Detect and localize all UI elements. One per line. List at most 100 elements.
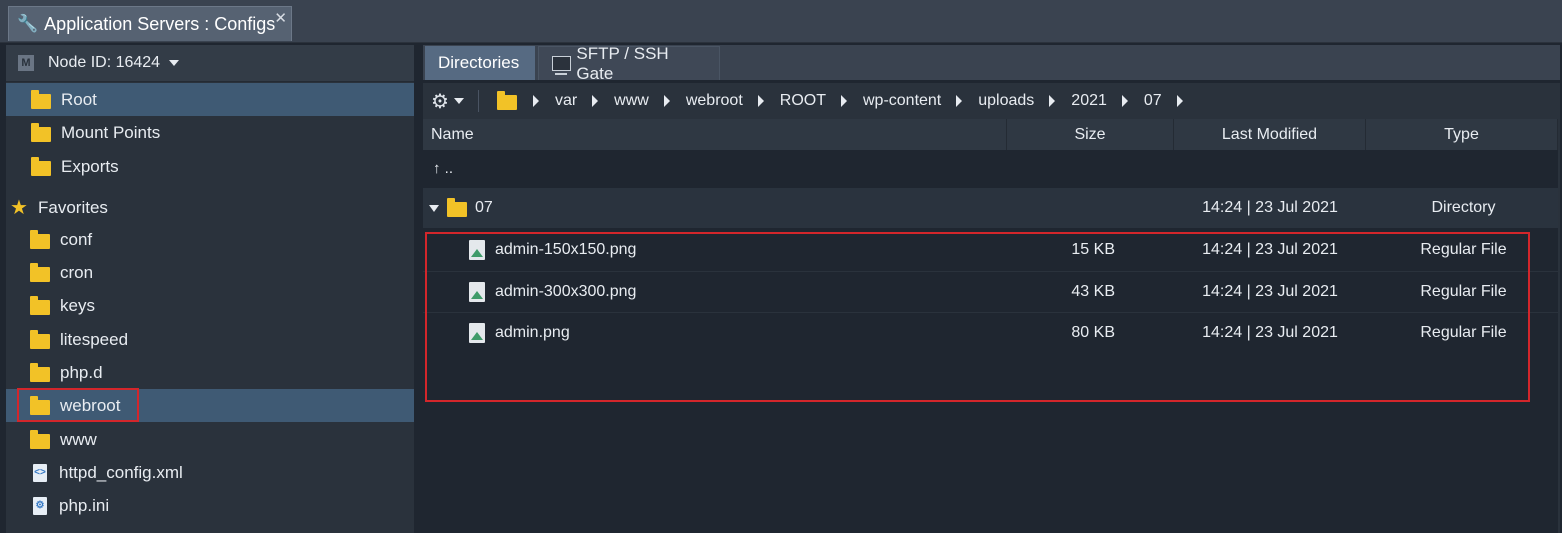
tab-directories[interactable]: Directories [425, 46, 535, 80]
tree-item-label: conf [60, 229, 93, 249]
table-row[interactable]: admin-300x300.png 43 KB 14:24 | 23 Jul 2… [423, 271, 1558, 312]
tab-label: Directories [438, 53, 520, 72]
breadcrumb-root[interactable]: ROOT [780, 92, 826, 110]
breadcrumb-www[interactable]: www [614, 92, 649, 110]
gear-icon[interactable]: ⚙ [431, 89, 449, 114]
node-selector[interactable]: M Node ID: 16424 [6, 45, 414, 82]
tree-item-root[interactable]: Root [6, 83, 414, 116]
table-row-parent[interactable]: ↑ .. [423, 150, 1558, 186]
chevron-down-icon[interactable] [453, 98, 464, 104]
breadcrumb-07[interactable]: 07 [1144, 92, 1162, 110]
panel-tabs: Directories SFTP / SSH Gate [423, 44, 1560, 83]
table-row[interactable]: admin-150x150.png 15 KB 14:24 | 23 Jul 2… [423, 230, 1558, 270]
chevron-right-icon [1049, 95, 1056, 107]
file-name: admin.png [495, 324, 570, 341]
config-file-icon: ⚙ [33, 496, 47, 515]
tree-item-mount-points[interactable]: Mount Points [6, 116, 414, 149]
chevron-right-icon [1121, 95, 1128, 107]
breadcrumb-2021[interactable]: 2021 [1071, 92, 1107, 110]
file-modified: 14:24 | 23 Jul 2021 [1202, 324, 1338, 341]
wrench-icon: 🔧 [17, 14, 39, 33]
tree-item-label: litespeed [60, 329, 129, 349]
tab-label: SFTP / SSH Gate [576, 43, 669, 83]
tree-item-label: Mount Points [61, 122, 161, 142]
folder-icon [30, 295, 50, 315]
tree-item-label: php.ini [59, 495, 110, 515]
collapse-icon[interactable] [429, 204, 439, 212]
tree-item-httpd-config[interactable]: <> httpd_config.xml [6, 456, 414, 489]
window-tab[interactable]: 🔧 Application Servers : Configs ✕ [8, 6, 292, 41]
folder-icon [31, 89, 51, 109]
tree-item-exports[interactable]: Exports [6, 150, 414, 183]
folder-icon[interactable] [496, 91, 517, 110]
tree-item-label: cron [60, 262, 94, 282]
tree-item-label: Favorites [38, 197, 108, 217]
up-link[interactable]: ↑ .. [433, 150, 453, 186]
breadcrumb-uploads[interactable]: uploads [978, 92, 1034, 110]
chevron-right-icon [840, 95, 847, 107]
file-tree-panel: M Node ID: 16424 Root Mount Points Expor… [6, 45, 414, 533]
column-header-type[interactable]: Type [1366, 119, 1558, 150]
tree-item-keys[interactable]: keys [6, 289, 414, 322]
file-type: Regular File [1420, 241, 1507, 258]
master-node-icon: M [18, 55, 34, 71]
table-header: Name Size Last Modified Type [423, 119, 1558, 150]
image-file-icon [469, 323, 485, 343]
image-file-icon [469, 240, 485, 260]
folder-icon [30, 229, 50, 249]
column-header-name[interactable]: Name [423, 119, 1007, 150]
scrollbar[interactable] [1558, 119, 1560, 533]
file-size: 15 KB [1071, 241, 1115, 258]
tab-sftp-ssh-gate[interactable]: SFTP / SSH Gate [538, 44, 720, 83]
tree-item-cron[interactable]: cron [6, 256, 414, 289]
node-label: Node ID: 16424 [48, 54, 161, 71]
folder-icon [447, 198, 467, 217]
tree-item-favorites[interactable]: ★ Favorites [6, 191, 414, 224]
chevron-right-icon [532, 95, 539, 107]
file-modified: 14:24 | 23 Jul 2021 [1202, 283, 1338, 300]
column-header-modified[interactable]: Last Modified [1174, 119, 1366, 150]
window-title: Application Servers : Configs [44, 13, 276, 34]
terminal-icon [552, 56, 572, 75]
folder-icon [30, 329, 50, 349]
tree-item-www[interactable]: www [6, 423, 414, 456]
tree-item-webroot[interactable]: webroot [6, 389, 414, 422]
chevron-right-icon [663, 95, 670, 107]
window-tabbar: 🔧 Application Servers : Configs ✕ [0, 0, 1562, 43]
file-type: Directory [1431, 199, 1496, 216]
tree-item-label: Root [61, 89, 97, 109]
column-header-size[interactable]: Size [1007, 119, 1174, 150]
file-name: admin-150x150.png [495, 241, 637, 258]
tree-item-label: keys [60, 295, 95, 315]
xml-file-icon: <> [33, 463, 47, 482]
path-toolbar: ⚙ var www webroot ROOT wp-content upload… [423, 83, 1560, 119]
chevron-right-icon [757, 95, 764, 107]
breadcrumb-wp-content[interactable]: wp-content [863, 92, 941, 110]
toolbar-separator [477, 90, 479, 112]
tree-item-php-d[interactable]: php.d [6, 356, 414, 389]
file-modified: 14:24 | 23 Jul 2021 [1202, 199, 1338, 216]
tree-item-label: Exports [61, 156, 119, 176]
export-folder-icon [31, 156, 51, 176]
close-icon[interactable]: ✕ [274, 9, 287, 27]
mount-folder-icon [31, 122, 51, 142]
tree-item-php-ini[interactable]: ⚙ php.ini [6, 489, 414, 522]
chevron-down-icon [169, 60, 180, 66]
file-size [1007, 188, 1115, 228]
breadcrumb-webroot[interactable]: webroot [686, 92, 743, 110]
chevron-right-icon [956, 95, 963, 107]
folder-icon [30, 262, 50, 282]
chevron-right-icon [1176, 95, 1183, 107]
tree-item-conf[interactable]: conf [6, 223, 414, 256]
file-size: 80 KB [1071, 324, 1115, 341]
file-modified: 14:24 | 23 Jul 2021 [1202, 241, 1338, 258]
chevron-right-icon [592, 95, 599, 107]
tree-item-litespeed[interactable]: litespeed [6, 323, 414, 356]
tree-item-label: www [60, 429, 97, 449]
file-name: admin-300x300.png [495, 283, 637, 300]
file-type: Regular File [1420, 324, 1507, 341]
table-row[interactable]: admin.png 80 KB 14:24 | 23 Jul 2021 Regu… [423, 312, 1558, 353]
table-row[interactable]: 07 14:24 | 23 Jul 2021 Directory [423, 188, 1558, 228]
file-browser-panel: Directories SFTP / SSH Gate ⚙ var www we… [423, 44, 1560, 533]
breadcrumb-var[interactable]: var [555, 92, 577, 110]
